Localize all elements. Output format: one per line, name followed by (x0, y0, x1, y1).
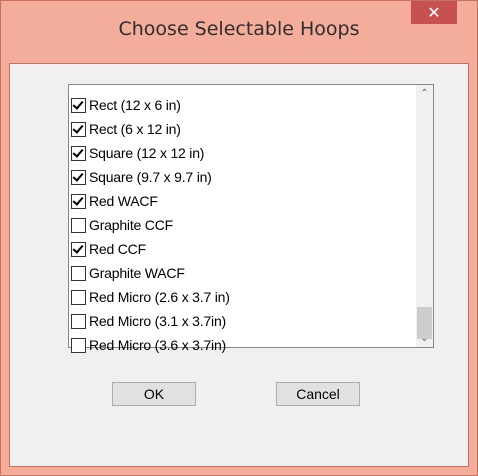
list-item[interactable]: Rect (6 x 12 in) (71, 117, 401, 141)
list-item[interactable]: Graphite CCF (71, 213, 401, 237)
list-item-label: Square (9.7 x 9.7 in) (89, 169, 212, 185)
chevron-down-icon: ⌄ (420, 333, 429, 344)
checkbox[interactable] (71, 337, 86, 353)
close-button[interactable]: ✕ (411, 1, 457, 24)
checkbox[interactable] (71, 145, 86, 161)
list-item-label: Red CCF (89, 241, 146, 257)
checkbox[interactable] (71, 289, 86, 305)
list-item[interactable]: Square (12 x 12 in) (71, 141, 401, 165)
checkbox[interactable] (71, 193, 86, 209)
ok-button[interactable]: OK (112, 382, 196, 406)
checkbox[interactable] (71, 97, 86, 113)
list-item-label: Square (12 x 12 in) (89, 145, 205, 161)
checkbox[interactable] (71, 121, 86, 137)
hoop-list: Rect (12 x 6 in) Rect (6 x 12 in) Square… (71, 93, 401, 357)
scroll-up-button[interactable]: ⌃ (416, 85, 433, 102)
checkbox[interactable] (71, 313, 86, 329)
hoop-listbox[interactable]: Rect (12 x 6 in) Rect (6 x 12 in) Square… (68, 84, 434, 353)
list-item[interactable]: Red Micro (3.6 x 3.7in) (71, 333, 401, 357)
list-item-label: Red Micro (3.1 x 3.7in) (89, 313, 227, 329)
list-item-label: Red Micro (3.6 x 3.7in) (89, 337, 227, 353)
dialog-client-area: Rect (12 x 6 in) Rect (6 x 12 in) Square… (9, 63, 469, 467)
list-item[interactable]: Rect (12 x 6 in) (71, 93, 401, 117)
list-item-label: Rect (6 x 12 in) (89, 121, 181, 137)
close-icon: ✕ (427, 4, 441, 22)
dialog-window: Choose Selectable Hoops ✕ Rect (12 x 6 i… (0, 0, 478, 476)
list-item-label: Graphite CCF (89, 217, 173, 233)
title-bar[interactable]: Choose Selectable Hoops ✕ (1, 1, 477, 63)
scroll-down-button[interactable]: ⌄ (416, 330, 433, 347)
checkbox[interactable] (71, 169, 86, 185)
list-item[interactable]: Red CCF (71, 237, 401, 261)
vertical-scrollbar[interactable]: ⌃ ⌄ (416, 85, 433, 347)
list-item[interactable]: Graphite WACF (71, 261, 401, 285)
list-item-label: Graphite WACF (89, 265, 185, 281)
checkbox[interactable] (71, 265, 86, 281)
checkbox[interactable] (71, 241, 86, 257)
chevron-up-icon: ⌃ (420, 88, 429, 99)
list-item-label: Rect (12 x 6 in) (89, 97, 181, 113)
list-item-label: Red Micro (2.6 x 3.7 in) (89, 289, 230, 305)
list-item[interactable]: Red WACF (71, 189, 401, 213)
list-item[interactable]: Red Micro (2.6 x 3.7 in) (71, 285, 401, 309)
list-item[interactable]: Red Micro (3.1 x 3.7in) (71, 309, 401, 333)
dialog-title: Choose Selectable Hoops (118, 18, 360, 40)
cancel-button[interactable]: Cancel (276, 382, 360, 406)
list-item-label: Red WACF (89, 193, 158, 209)
list-item[interactable]: Square (9.7 x 9.7 in) (71, 165, 401, 189)
checkbox[interactable] (71, 217, 86, 233)
